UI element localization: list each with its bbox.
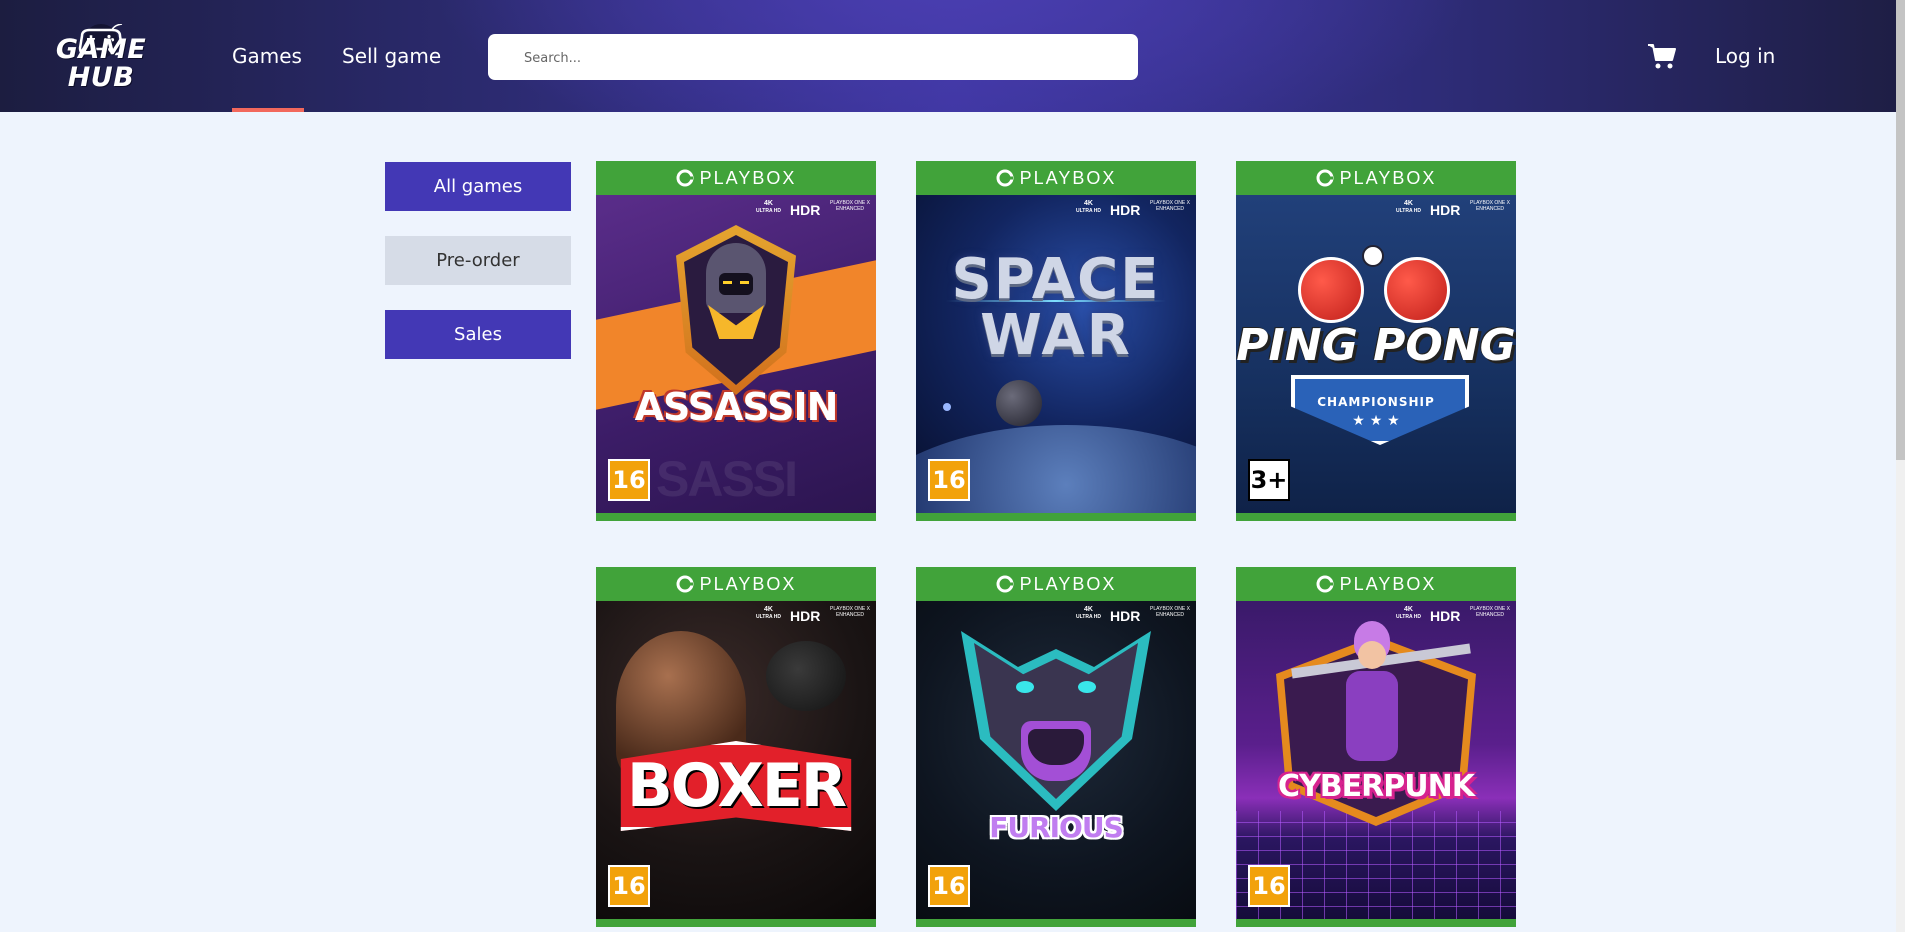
game-title: CYBERPUNK bbox=[1278, 769, 1475, 804]
resolution-badge: 4K bbox=[764, 200, 773, 207]
game-card-furious[interactable]: PLAYBOX FURIOUS 4K ULTRA HD HDR PLAYBOX O… bbox=[916, 567, 1196, 927]
game-card-ping-pong[interactable]: PLAYBOX PING PONG CHAMPIONSHIP ★ ★ ★ 4K U… bbox=[1236, 161, 1516, 521]
scrollbar-thumb[interactable] bbox=[1896, 0, 1905, 460]
hdr-badge: HDR bbox=[1430, 608, 1461, 624]
enhanced-badge: PLAYBOX ONE X ENHANCED bbox=[1150, 606, 1190, 618]
active-nav-indicator bbox=[232, 108, 304, 112]
game-cover-art: SPACE WAR 4K ULTRA HD HDR PLAYBOX ONE X E… bbox=[916, 195, 1196, 513]
game-subtitle: CHAMPIONSHIP bbox=[1317, 395, 1435, 409]
enhanced-badge: PLAYBOX ONE X ENHANCED bbox=[1150, 200, 1190, 212]
platform-name: PLAYBOX bbox=[699, 573, 797, 594]
platform-name: PLAYBOX bbox=[1339, 573, 1437, 594]
resolution-badge: 4K bbox=[1404, 200, 1413, 207]
game-title: BOXER bbox=[626, 751, 847, 821]
search-input[interactable] bbox=[522, 34, 1126, 82]
resolution-sub: ULTRA HD bbox=[1396, 614, 1421, 620]
platform-name: PLAYBOX bbox=[1019, 167, 1117, 188]
platform-banner: PLAYBOX bbox=[596, 567, 876, 601]
game-card-space-war[interactable]: PLAYBOX SPACE WAR 4K ULTRA HD HDR PLAYBOX… bbox=[916, 161, 1196, 521]
nav-games-link[interactable]: Games bbox=[232, 44, 302, 68]
top-navbar: GAME HUB Games Sell game Log in bbox=[0, 0, 1905, 112]
game-title: FURIOUS bbox=[989, 811, 1124, 844]
age-rating-badge: 16 bbox=[608, 865, 650, 907]
age-rating-badge: 16 bbox=[1248, 865, 1290, 907]
game-card-boxer[interactable]: PLAYBOX BOXER 4K ULTRA HD HDR PLAYBOX ONE… bbox=[596, 567, 876, 927]
platform-banner: PLAYBOX bbox=[1236, 161, 1516, 195]
filter-sales-button[interactable]: Sales bbox=[385, 310, 571, 359]
playbox-logo-icon bbox=[676, 169, 694, 187]
hdr-badge: HDR bbox=[790, 608, 821, 624]
platform-banner: PLAYBOX bbox=[916, 567, 1196, 601]
game-cover-art: CYBERPUNK 4K ULTRA HD HDR PLAYBOX ONE X E… bbox=[1236, 601, 1516, 919]
game-hub-logo[interactable]: GAME HUB bbox=[26, 14, 176, 94]
login-link[interactable]: Log in bbox=[1715, 44, 1775, 68]
logo-text: GAME HUB bbox=[55, 34, 147, 93]
game-title: ASSASSIN bbox=[634, 385, 839, 429]
playbox-logo-icon bbox=[996, 169, 1014, 187]
resolution-badge: 4K bbox=[1404, 606, 1413, 613]
playbox-logo-icon bbox=[676, 575, 694, 593]
resolution-badge: 4K bbox=[1084, 606, 1093, 613]
resolution-sub: ULTRA HD bbox=[1076, 208, 1101, 214]
game-cover-art: PING PONG CHAMPIONSHIP ★ ★ ★ 4K ULTRA HD … bbox=[1236, 195, 1516, 513]
nav-sell-game-link[interactable]: Sell game bbox=[342, 44, 441, 68]
shopping-cart-icon[interactable] bbox=[1647, 42, 1677, 70]
enhanced-badge: PLAYBOX ONE X ENHANCED bbox=[830, 606, 870, 618]
game-cover-art: FURIOUS 4K ULTRA HD HDR PLAYBOX ONE X ENH… bbox=[916, 601, 1196, 919]
age-rating-badge: 16 bbox=[928, 865, 970, 907]
game-cover-art: BOXER 4K ULTRA HD HDR PLAYBOX ONE X ENHAN… bbox=[596, 601, 876, 919]
age-rating-badge: 16 bbox=[608, 459, 650, 501]
playbox-logo-icon bbox=[1316, 575, 1334, 593]
page-scrollbar[interactable] bbox=[1896, 0, 1905, 932]
stars-icon: ★ ★ ★ bbox=[1352, 413, 1400, 429]
game-title: PING PONG bbox=[1236, 320, 1516, 371]
enhanced-badge: PLAYBOX ONE X ENHANCED bbox=[1470, 200, 1510, 212]
filter-all-games-button[interactable]: All games bbox=[385, 162, 571, 211]
enhanced-badge: PLAYBOX ONE X ENHANCED bbox=[830, 200, 870, 212]
search-icon bbox=[501, 50, 515, 64]
search-bar[interactable] bbox=[488, 34, 1138, 82]
hdr-badge: HDR bbox=[1110, 202, 1141, 218]
platform-name: PLAYBOX bbox=[699, 167, 797, 188]
platform-name: PLAYBOX bbox=[1019, 573, 1117, 594]
game-cover-art: ASSASSIN SASSI 4K ULTRA HD HDR PLAYBOX ON… bbox=[596, 195, 876, 513]
platform-banner: PLAYBOX bbox=[596, 161, 876, 195]
age-rating-badge: 16 bbox=[928, 459, 970, 501]
hdr-badge: HDR bbox=[1430, 202, 1461, 218]
game-title-line-2: WAR bbox=[980, 303, 1132, 368]
platform-banner: PLAYBOX bbox=[916, 161, 1196, 195]
filter-pre-order-button[interactable]: Pre-order bbox=[385, 236, 571, 285]
platform-name: PLAYBOX bbox=[1339, 167, 1437, 188]
game-card-assassin[interactable]: PLAYBOX ASSASSIN SASSI 4K ULTRA HD HDR PL… bbox=[596, 161, 876, 521]
hdr-badge: HDR bbox=[1110, 608, 1141, 624]
resolution-sub: ULTRA HD bbox=[756, 208, 781, 214]
resolution-sub: ULTRA HD bbox=[1076, 614, 1101, 620]
game-card-cyberpunk[interactable]: PLAYBOX CYBERPUNK 4K ULTRA HD HDR PLAYBOX… bbox=[1236, 567, 1516, 927]
platform-banner: PLAYBOX bbox=[1236, 567, 1516, 601]
playbox-logo-icon bbox=[1316, 169, 1334, 187]
resolution-sub: ULTRA HD bbox=[1396, 208, 1421, 214]
hdr-badge: HDR bbox=[790, 202, 821, 218]
resolution-badge: 4K bbox=[764, 606, 773, 613]
playbox-logo-icon bbox=[996, 575, 1014, 593]
age-rating-badge: 3+ bbox=[1248, 459, 1290, 501]
enhanced-badge: PLAYBOX ONE X ENHANCED bbox=[1470, 606, 1510, 618]
resolution-sub: ULTRA HD bbox=[756, 614, 781, 620]
resolution-badge: 4K bbox=[1084, 200, 1093, 207]
